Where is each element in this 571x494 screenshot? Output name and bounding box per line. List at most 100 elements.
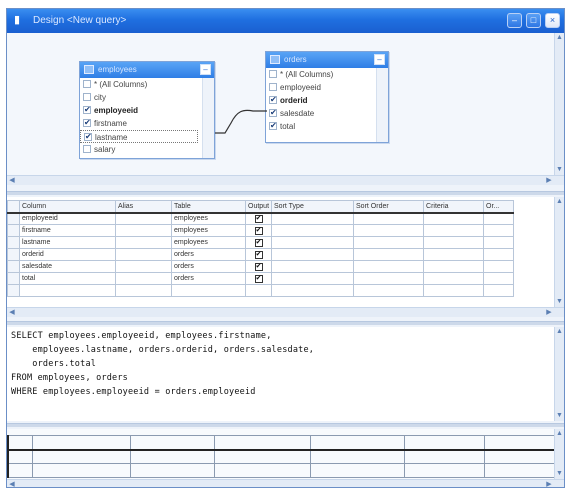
- scroll-left-icon[interactable]: ◀: [7, 176, 17, 185]
- criteria-grid-pane[interactable]: Column Alias Table Output Sort Type Sort…: [7, 197, 564, 317]
- minimize-table-button[interactable]: –: [374, 54, 385, 65]
- grid-row[interactable]: firstname employees ✔: [7, 224, 515, 237]
- grid-cell-alias[interactable]: [115, 248, 172, 261]
- column-checkbox[interactable]: [269, 70, 277, 78]
- output-checkbox[interactable]: ✔: [254, 262, 263, 271]
- table-column-row[interactable]: ✔ employeeid: [80, 104, 214, 117]
- pane-splitter[interactable]: [7, 191, 564, 195]
- grid-cell-criteria[interactable]: [423, 260, 485, 273]
- grid-cell-sort-order[interactable]: [353, 260, 425, 273]
- column-header[interactable]: Sort Type: [271, 200, 355, 214]
- grid-cell-sort-order[interactable]: [353, 212, 425, 225]
- scroll-left-icon[interactable]: ◀: [7, 480, 17, 487]
- grid-cell-column[interactable]: total: [19, 272, 116, 285]
- diagram-pane[interactable]: employees – * (All Columns) city ✔ employee…: [7, 33, 564, 185]
- results-cell[interactable]: [213, 449, 311, 464]
- grid-cell-alias[interactable]: [115, 272, 172, 285]
- results-vertical-scrollbar[interactable]: ▲ ▼: [554, 429, 564, 479]
- results-cell[interactable]: [309, 449, 405, 464]
- results-cell[interactable]: [213, 435, 311, 451]
- grid-cell-sort-type[interactable]: [271, 272, 355, 285]
- grid-cell-column[interactable]: lastname: [19, 236, 116, 249]
- table-scrollbar[interactable]: [376, 68, 388, 142]
- grid-cell-sort-type[interactable]: [271, 284, 355, 297]
- grid-cell-table[interactable]: employees: [171, 236, 246, 249]
- column-checkbox[interactable]: [83, 80, 91, 88]
- column-header[interactable]: Table: [171, 200, 246, 214]
- join-line[interactable]: [213, 103, 269, 139]
- sql-vertical-scrollbar[interactable]: ▲ ▼: [554, 327, 564, 421]
- results-grid[interactable]: [7, 435, 555, 478]
- criteria-grid[interactable]: Column Alias Table Output Sort Type Sort…: [7, 200, 515, 297]
- grid-cell-sort-order[interactable]: [353, 272, 425, 285]
- scroll-right-icon[interactable]: ▶: [544, 176, 554, 185]
- sql-line[interactable]: FROM employees, orders: [11, 373, 128, 383]
- row-selector[interactable]: [7, 236, 20, 249]
- sql-line[interactable]: WHERE employees.employeeid = orders.empl…: [11, 387, 256, 397]
- grid-cell-output[interactable]: ✔: [244, 236, 273, 249]
- grid-cell-or[interactable]: [483, 224, 515, 237]
- grid-cell-table[interactable]: orders: [171, 272, 246, 285]
- table-column-row[interactable]: ✔ salesdate: [266, 107, 388, 120]
- minimize-table-button[interactable]: –: [200, 64, 211, 75]
- grid-vertical-scrollbar[interactable]: ▲ ▼: [554, 197, 564, 307]
- scroll-down-icon[interactable]: ▼: [555, 469, 564, 479]
- column-checkbox[interactable]: [83, 93, 91, 101]
- table-column-row[interactable]: city: [80, 91, 214, 104]
- grid-cell-table[interactable]: employees: [171, 212, 246, 225]
- column-checkbox[interactable]: ✔: [269, 122, 277, 130]
- row-selector[interactable]: [7, 272, 20, 285]
- table-column-row[interactable]: employeeid: [266, 81, 388, 94]
- grid-cell-sort-type[interactable]: [271, 248, 355, 261]
- grid-row[interactable]: [7, 284, 515, 297]
- column-checkbox[interactable]: ✔: [269, 109, 277, 117]
- results-horizontal-scrollbar[interactable]: ◀ ▶: [7, 479, 564, 487]
- table-header[interactable]: employees –: [80, 62, 214, 78]
- column-checkbox[interactable]: ✔: [83, 106, 91, 114]
- results-cell[interactable]: [31, 435, 131, 451]
- grid-cell-sort-type[interactable]: [271, 212, 355, 225]
- scroll-down-icon[interactable]: ▼: [555, 165, 564, 175]
- grid-cell-column[interactable]: [19, 284, 116, 297]
- pane-splitter[interactable]: [7, 423, 564, 427]
- scroll-down-icon[interactable]: ▼: [555, 297, 564, 307]
- grid-cell-criteria[interactable]: [423, 236, 485, 249]
- grid-cell-or[interactable]: [483, 248, 515, 261]
- output-checkbox[interactable]: ✔: [254, 226, 263, 235]
- grid-cell-column[interactable]: firstname: [19, 224, 116, 237]
- results-cell[interactable]: [31, 463, 131, 478]
- results-cell[interactable]: [129, 435, 215, 451]
- column-header[interactable]: Column: [19, 200, 116, 214]
- results-cell[interactable]: [403, 449, 485, 464]
- grid-cell-or[interactable]: [483, 212, 515, 225]
- table-header[interactable]: orders –: [266, 52, 388, 68]
- results-cell[interactable]: [309, 463, 405, 478]
- grid-cell-sort-type[interactable]: [271, 260, 355, 273]
- output-checkbox[interactable]: ✔: [254, 214, 263, 223]
- grid-cell-output[interactable]: ✔: [244, 272, 273, 285]
- grid-cell-output[interactable]: [244, 284, 273, 297]
- grid-cell-sort-type[interactable]: [271, 236, 355, 249]
- grid-row[interactable]: lastname employees ✔: [7, 236, 515, 249]
- column-checkbox[interactable]: ✔: [83, 119, 91, 127]
- scroll-up-icon[interactable]: ▲: [555, 33, 564, 43]
- grid-cell-sort-order[interactable]: [353, 284, 425, 297]
- grid-cell-criteria[interactable]: [423, 248, 485, 261]
- grid-cell-alias[interactable]: [115, 236, 172, 249]
- column-header[interactable]: Criteria: [423, 200, 485, 214]
- output-checkbox[interactable]: ✔: [254, 250, 263, 259]
- grid-cell-output[interactable]: ✔: [244, 224, 273, 237]
- grid-cell-column[interactable]: orderid: [19, 248, 116, 261]
- column-checkbox[interactable]: ✔: [269, 96, 277, 104]
- row-selector[interactable]: [7, 224, 20, 237]
- table-column-row[interactable]: * (All Columns): [80, 78, 214, 91]
- scroll-up-icon[interactable]: ▲: [555, 327, 564, 337]
- grid-row[interactable]: salesdate orders ✔: [7, 260, 515, 273]
- grid-cell-output[interactable]: ✔: [244, 248, 273, 261]
- grid-cell-column[interactable]: salesdate: [19, 260, 116, 273]
- results-row[interactable]: [7, 449, 555, 464]
- results-cell[interactable]: [483, 435, 555, 451]
- close-button[interactable]: ×: [545, 13, 560, 28]
- table-column-row[interactable]: ✔ orderid: [266, 94, 388, 107]
- grid-cell-criteria[interactable]: [423, 284, 485, 297]
